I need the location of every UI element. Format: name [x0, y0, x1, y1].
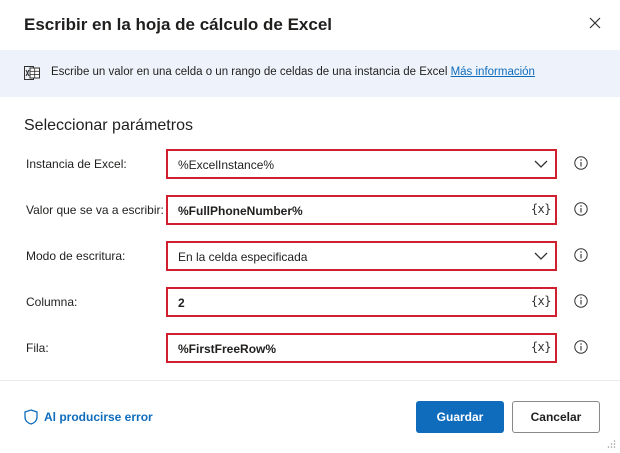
dialog: Escribir en la hoja de cálculo de Excel … — [0, 0, 620, 453]
variable-picker-button[interactable]: {x} — [531, 294, 552, 308]
on-error-label: Al producirse error — [44, 410, 153, 424]
field-label: Valor que se va a escribir: — [26, 203, 164, 217]
field-value: %ExcelInstance% — [178, 158, 275, 172]
banner-text: Escribe un valor en una celda o un rango… — [51, 66, 535, 78]
field-value: %FullPhoneNumber% — [178, 204, 303, 218]
info-banner: Escribe un valor en una celda o un rango… — [0, 50, 620, 97]
title-bar: Escribir en la hoja de cálculo de Excel — [0, 0, 620, 50]
excel-icon — [24, 66, 40, 80]
save-button[interactable]: Guardar — [416, 401, 504, 433]
field-value: En la celda especificada — [178, 250, 308, 264]
field-label: Instancia de Excel: — [26, 157, 127, 171]
variable-picker-button[interactable]: {x} — [531, 340, 552, 354]
column-input[interactable]: 2 {x} — [166, 287, 557, 317]
dialog-title: Escribir en la hoja de cálculo de Excel — [24, 15, 333, 34]
info-icon[interactable] — [574, 340, 588, 354]
close-button[interactable] — [584, 12, 606, 34]
field-row-column: Columna: 2 {x} — [0, 287, 620, 317]
field-row-write-mode: Modo de escritura: En la celda especific… — [0, 241, 620, 271]
row-input[interactable]: %FirstFreeRow% {x} — [166, 333, 557, 363]
field-row-excel-instance: Instancia de Excel: %ExcelInstance% — [0, 149, 620, 179]
field-value: %FirstFreeRow% — [178, 342, 277, 356]
section-title: Seleccionar parámetros — [24, 117, 193, 134]
field-row-value-to-write: Valor que se va a escribir: %FullPhoneNu… — [0, 195, 620, 225]
info-icon[interactable] — [574, 248, 588, 262]
variable-picker-button[interactable]: {x} — [531, 202, 552, 216]
chevron-down-icon[interactable] — [533, 156, 549, 172]
info-icon[interactable] — [574, 294, 588, 308]
field-row-row: Fila: %FirstFreeRow% {x} — [0, 333, 620, 363]
more-info-link[interactable]: Más información — [451, 66, 535, 78]
chevron-down-icon[interactable] — [533, 248, 549, 264]
close-icon — [589, 17, 601, 29]
info-icon[interactable] — [574, 156, 588, 170]
write-mode-dropdown[interactable]: En la celda especificada — [166, 241, 557, 271]
info-icon[interactable] — [574, 202, 588, 216]
resize-grip-icon[interactable] — [606, 439, 616, 449]
cancel-button[interactable]: Cancelar — [512, 401, 600, 433]
field-label: Modo de escritura: — [26, 249, 126, 263]
on-error-button[interactable]: Al producirse error — [24, 409, 153, 425]
footer-divider — [0, 380, 620, 381]
banner-description: Escribe un valor en una celda o un rango… — [51, 66, 448, 78]
shield-icon — [24, 409, 38, 425]
field-label: Columna: — [26, 295, 78, 309]
value-to-write-input[interactable]: %FullPhoneNumber% {x} — [166, 195, 557, 225]
field-value: 2 — [178, 296, 185, 310]
excel-instance-dropdown[interactable]: %ExcelInstance% — [166, 149, 557, 179]
field-label: Fila: — [26, 341, 49, 355]
